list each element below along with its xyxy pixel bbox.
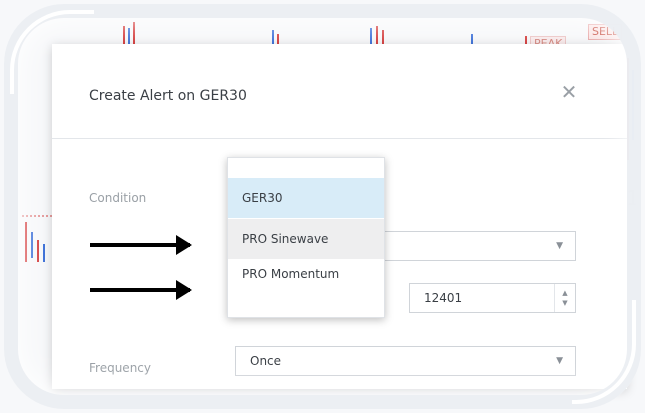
annotation-arrow-icon [90, 235, 192, 255]
dropdown-option-ger30[interactable]: GER30 [228, 178, 384, 218]
condition-label: Condition [89, 191, 147, 205]
condition-dropdown: GER30 PRO Sinewave PRO Momentum [227, 157, 385, 318]
arrow-up-icon[interactable]: ▲ [562, 288, 567, 298]
value-field: 12401 [424, 291, 463, 305]
dropdown-option-pro-sinewave[interactable]: PRO Sinewave [228, 219, 384, 259]
stepper-arrows[interactable]: ▲ ▼ [554, 284, 575, 312]
arrow-down-icon[interactable]: ▼ [562, 298, 567, 308]
close-button[interactable]: ✕ [557, 80, 581, 104]
sell-badge: SELL [588, 24, 623, 40]
chevron-down-icon: ▼ [556, 356, 563, 366]
chevron-down-icon: ▼ [556, 241, 563, 251]
frequency-select[interactable]: Once ▼ [235, 346, 576, 376]
dialog-header: Create Alert on GER30 ✕ [52, 44, 627, 139]
dropdown-option-pro-momentum[interactable]: PRO Momentum [228, 258, 384, 290]
value-stepper[interactable]: 12401 ▲ ▼ [409, 283, 576, 313]
frequency-value: Once [250, 354, 282, 368]
annotation-arrow-icon [90, 280, 192, 300]
frequency-label: Frequency [89, 361, 151, 375]
dialog-title: Create Alert on GER30 [89, 88, 247, 104]
